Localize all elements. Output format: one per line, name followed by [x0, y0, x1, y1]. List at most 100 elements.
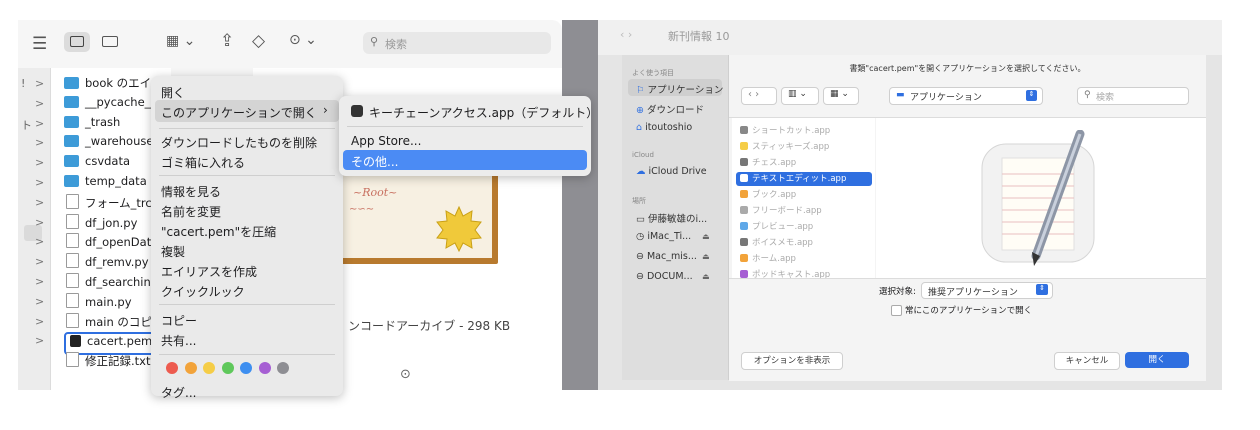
menu-delete-download[interactable]: ダウンロードしたものを削除	[161, 134, 317, 151]
previous-column-item[interactable]: >	[18, 96, 50, 115]
menu-tags[interactable]: タグ...	[161, 384, 196, 401]
file-row[interactable]: book のエイリ	[64, 75, 163, 94]
app-item[interactable]: ホーム.app	[736, 252, 872, 266]
menu-get-info[interactable]: 情報を見る	[161, 183, 221, 200]
open-button[interactable]: 開く	[1125, 352, 1189, 368]
file-row[interactable]: df_openData	[64, 233, 158, 252]
menu-share[interactable]: 共有...	[161, 332, 196, 349]
share-icon[interactable]: ⇪	[220, 31, 234, 51]
previous-column-item[interactable]: >	[18, 254, 50, 273]
previous-column-item[interactable]: >	[18, 274, 50, 293]
always-open-checkbox[interactable]	[891, 305, 902, 316]
file-row[interactable]: df_jon.py	[64, 213, 137, 233]
app-item[interactable]: スティッキーズ.app	[736, 140, 872, 154]
menu-trash[interactable]: ゴミ箱に入れる	[161, 154, 245, 171]
sidebar-item-computer[interactable]: ▭ 伊藤敏雄のi...	[636, 211, 707, 225]
file-row[interactable]: _trash	[64, 115, 120, 134]
eject-icon[interactable]: ⏏	[702, 232, 710, 241]
tag-color-dot[interactable]	[221, 362, 234, 374]
app-item[interactable]: ボイスメモ.app	[736, 236, 872, 250]
tag-color-dot[interactable]	[166, 362, 178, 374]
menu-separator	[159, 354, 335, 355]
folder-icon	[64, 115, 79, 128]
app-item[interactable]: ブック.app	[736, 188, 872, 202]
file-row[interactable]: csvdata	[64, 154, 130, 173]
previous-column-item[interactable]: >	[18, 135, 50, 154]
sidebar-item-imac[interactable]: ◷ iMac_Ti...	[636, 231, 691, 242]
file-row[interactable]: 修正記録.txt	[64, 352, 150, 371]
previous-column-item[interactable]: >	[18, 333, 50, 352]
eject-icon[interactable]: ⏏	[702, 272, 710, 281]
menu-quicklook[interactable]: クイックルック	[161, 283, 245, 300]
menu-make-alias[interactable]: エイリアスを作成	[161, 263, 257, 280]
group-button[interactable]: ▦ ⌄	[823, 87, 859, 105]
previous-column-item[interactable]: >	[18, 155, 50, 174]
file-row[interactable]: フォーム_trc_	[64, 193, 157, 213]
previous-column-item[interactable]: >	[18, 234, 50, 253]
app-item[interactable]: ショートカット.app	[736, 124, 872, 138]
tag-color-dot[interactable]	[277, 362, 289, 374]
file-name: df_remv.py	[85, 255, 149, 270]
submenu-app-store[interactable]: App Store...	[351, 134, 421, 148]
options-button[interactable]: オプションを非表示	[741, 352, 843, 370]
eject-icon[interactable]: ⏏	[702, 252, 710, 261]
chevron-right-icon: >	[35, 96, 45, 110]
previous-column-item[interactable]: >	[18, 175, 50, 194]
app-icon	[740, 158, 748, 166]
sidebar-item-mac-mis[interactable]: ⊖ Mac_mis...	[636, 251, 697, 262]
columns-icon	[70, 36, 84, 47]
submenu-default-app[interactable]: キーチェーンアクセス.app（デフォルト）	[369, 104, 598, 121]
file-row[interactable]: temp_data	[64, 174, 147, 193]
tag-icon[interactable]: ◇	[252, 31, 265, 51]
enable-popup[interactable]: 推奨アプリケーション ⇕	[921, 282, 1053, 299]
menu-compress[interactable]: "cacert.pem"を圧縮	[161, 223, 276, 240]
tag-color-dot[interactable]	[258, 362, 271, 374]
previous-column-item[interactable]: >	[18, 314, 50, 333]
view-button[interactable]: ▥ ⌄	[781, 87, 819, 105]
file-row[interactable]: __pycache__	[64, 95, 156, 114]
chevron-right-icon: >	[35, 116, 45, 130]
sidebar-item-downloads[interactable]: ⊕ ダウンロード	[636, 102, 704, 116]
previous-column-item[interactable]: >	[18, 195, 50, 214]
file-row[interactable]: df_searching	[64, 273, 158, 292]
search-field[interactable]: ⚲ 検索	[363, 32, 551, 54]
submenu-other[interactable]: その他...	[351, 153, 398, 170]
sidebar-item-home[interactable]: ⌂ itoutoshio	[636, 122, 692, 133]
menu-open[interactable]: 開く	[161, 84, 185, 101]
menu-duplicate[interactable]: 複製	[161, 243, 185, 260]
previous-column-item[interactable]: >	[18, 215, 50, 234]
back-forward-button[interactable]: ‹ ›	[741, 87, 777, 105]
previous-column-item[interactable]: >!	[18, 76, 50, 95]
sidebar-item-documents[interactable]: ⊖ DOCUM...	[636, 271, 693, 282]
app-name: ボイスメモ.app	[752, 238, 813, 248]
app-item-selected[interactable]: テキストエディット.app	[736, 172, 872, 186]
app-item[interactable]: チェス.app	[736, 156, 872, 170]
previous-column-item[interactable]: > ト	[18, 116, 50, 135]
gallery-icon[interactable]	[102, 36, 118, 47]
file-row[interactable]: main のコピー	[64, 312, 163, 332]
menu-open-with[interactable]: このアプリケーションで開く	[161, 104, 317, 121]
tag-color-dot[interactable]	[184, 362, 197, 374]
group-icon[interactable]: ▦ ⌄	[166, 33, 195, 49]
submenu-other-highlight[interactable]: その他...	[343, 150, 587, 170]
file-row[interactable]: _warehouse	[64, 134, 153, 153]
app-item[interactable]: フリーボード.app	[736, 204, 872, 218]
more-icon[interactable]: ⊙ ⌄	[289, 32, 317, 48]
sidebar-item-icloud-drive[interactable]: ☁ iCloud Drive	[636, 166, 707, 177]
menu-rename[interactable]: 名前を変更	[161, 203, 221, 220]
home-icon: ⌂	[636, 122, 646, 133]
sidebar-item-applications[interactable]: ⚐ アプリケーション	[636, 82, 723, 96]
columns-view-button[interactable]	[64, 32, 90, 52]
cancel-button[interactable]: キャンセル	[1054, 352, 1120, 370]
file-row[interactable]: df_remv.py	[64, 253, 149, 272]
tag-color-dot[interactable]	[240, 362, 252, 374]
previous-column-item[interactable]: >	[18, 294, 50, 313]
tag-color-dot[interactable]	[203, 362, 215, 374]
menu-copy[interactable]: コピー	[161, 312, 197, 329]
dialog-search-field[interactable]: ⚲ 検索	[1077, 87, 1189, 105]
location-popup[interactable]: ▬ アプリケーション ⇕	[889, 87, 1043, 105]
preview-more-icon[interactable]: ⊙	[400, 367, 411, 382]
app-item[interactable]: プレビュー.app	[736, 220, 872, 234]
file-row[interactable]: main.py	[64, 292, 132, 312]
list-view-icon[interactable]: ☰	[32, 34, 47, 54]
